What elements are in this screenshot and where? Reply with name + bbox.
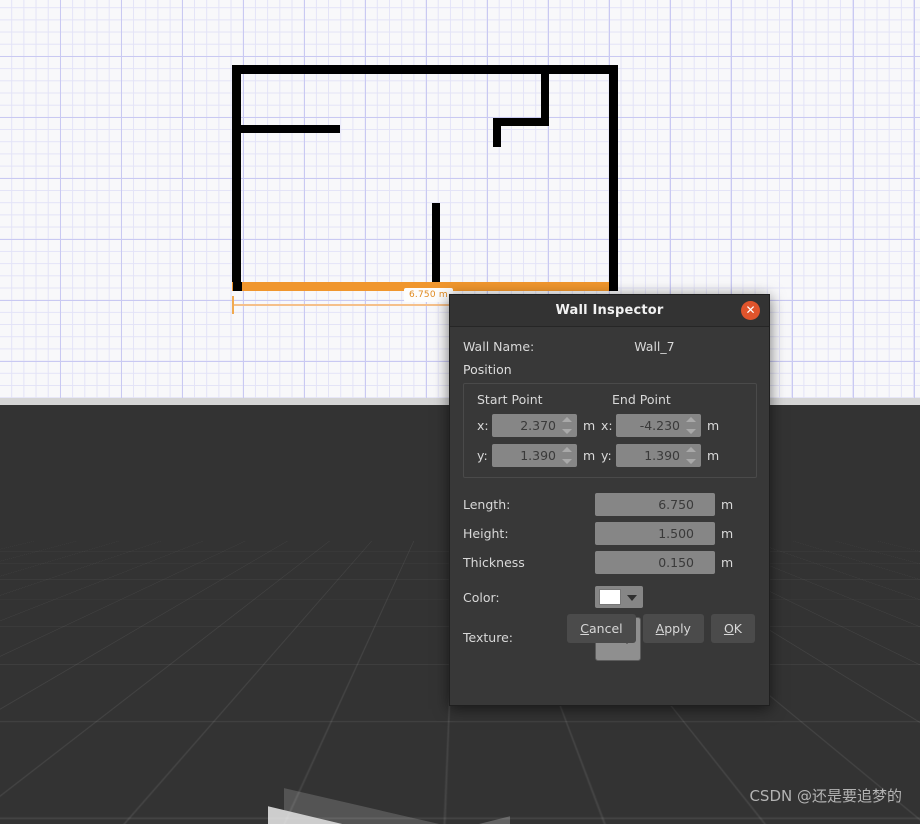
wall-name-value: Wall_7: [634, 339, 675, 354]
wall-interior-vertical-short[interactable]: [493, 118, 501, 147]
ok-button[interactable]: OK: [710, 614, 755, 643]
apply-button[interactable]: Apply: [642, 614, 704, 643]
cancel-button[interactable]: Cancel: [567, 614, 636, 643]
end-x-input[interactable]: [616, 414, 684, 437]
ok-label-rest: K: [733, 621, 742, 636]
wall-inspector-dialog: Wall Inspector ✕ Wall Name: Wall_7 Posit…: [449, 294, 770, 706]
length-label: Length:: [463, 497, 511, 512]
color-label: Color:: [463, 589, 500, 605]
start-x-spinner-arrows[interactable]: [562, 416, 573, 435]
application-window: 6.750 m Wall Inspector ✕ Wall Name: Wall…: [0, 0, 920, 824]
wall-endpoint-end[interactable]: [609, 282, 618, 291]
chevron-up-icon[interactable]: [562, 417, 572, 422]
watermark: CSDN @还是要追梦的: [749, 787, 902, 805]
ok-mnemonic: O: [723, 621, 734, 636]
start-x-unit: m: [583, 418, 596, 433]
end-y-input[interactable]: [616, 444, 684, 467]
end-x-spinner[interactable]: [616, 414, 701, 437]
color-picker-combo[interactable]: [595, 586, 643, 608]
thickness-input[interactable]: [595, 551, 698, 574]
end-x-label: x:: [601, 418, 613, 433]
length-unit: m: [721, 497, 734, 512]
start-x-input[interactable]: [492, 414, 560, 437]
end-x-spinner-arrows[interactable]: [686, 416, 697, 435]
wall-endpoint-start[interactable]: [233, 282, 242, 291]
end-y-label: y:: [601, 448, 612, 463]
length-spinner[interactable]: [595, 493, 715, 516]
chevron-down-icon[interactable]: [686, 459, 696, 464]
thickness-spinner[interactable]: [595, 551, 715, 574]
end-y-spinner[interactable]: [616, 444, 701, 467]
dialog-body: Wall Name: Wall_7 Position Start Point E…: [450, 327, 769, 661]
height-unit: m: [721, 526, 734, 541]
dimension-label: 6.750 m: [404, 288, 453, 302]
dimension-fields: Length: m Height:: [450, 490, 769, 577]
cancel-label-rest: ancel: [589, 621, 623, 636]
wall-name-label: Wall Name:: [463, 339, 535, 354]
start-y-spinner-arrows[interactable]: [562, 446, 573, 465]
thickness-row: Thickness m: [463, 548, 757, 577]
end-point-label: End Point: [612, 392, 671, 407]
start-x-label: x:: [477, 418, 489, 433]
apply-label-rest: pply: [664, 621, 691, 636]
thickness-unit: m: [721, 555, 734, 570]
wall-interior-left-stub[interactable]: [241, 125, 340, 133]
chevron-up-icon[interactable]: [686, 447, 696, 452]
apply-mnemonic: A: [655, 621, 665, 636]
chevron-up-icon[interactable]: [562, 447, 572, 452]
start-y-input[interactable]: [492, 444, 560, 467]
length-row: Length: m: [463, 490, 757, 519]
length-input[interactable]: [595, 493, 698, 516]
chevron-up-icon[interactable]: [686, 417, 696, 422]
dimension-tick-start: [232, 296, 234, 314]
end-x-unit: m: [707, 418, 720, 433]
close-icon[interactable]: ✕: [741, 301, 760, 320]
y-coordinate-row: y: m y:: [472, 444, 748, 467]
color-row: Color:: [463, 583, 757, 611]
chevron-down-icon[interactable]: [627, 595, 637, 601]
wall-right-outer[interactable]: [609, 65, 618, 290]
start-point-label: Start Point: [477, 392, 543, 407]
wall-interior-horizontal-upper[interactable]: [493, 118, 549, 126]
thickness-label: Thickness: [463, 555, 525, 570]
cancel-mnemonic: C: [580, 621, 590, 636]
start-y-label: y:: [477, 448, 488, 463]
start-x-spinner[interactable]: [492, 414, 577, 437]
dialog-titlebar[interactable]: Wall Inspector ✕: [450, 295, 769, 327]
start-y-spinner[interactable]: [492, 444, 577, 467]
color-swatch[interactable]: [599, 589, 621, 605]
wall-left-outer[interactable]: [232, 65, 241, 290]
wall-interior-vertical-mid[interactable]: [432, 203, 440, 290]
end-y-spinner-arrows[interactable]: [686, 446, 697, 465]
point-headers: Start Point End Point: [472, 392, 748, 407]
dialog-button-row: Cancel Apply OK: [567, 614, 755, 643]
position-section-label: Position: [463, 362, 512, 377]
x-coordinate-row: x: m x:: [472, 414, 748, 437]
chevron-down-icon[interactable]: [562, 459, 572, 464]
height-label: Height:: [463, 526, 509, 541]
chevron-down-icon[interactable]: [562, 429, 572, 434]
height-input[interactable]: [595, 522, 698, 545]
end-y-unit: m: [707, 448, 720, 463]
wall-top-outer[interactable]: [232, 65, 618, 74]
position-group-box: Start Point End Point x: m x:: [463, 383, 757, 478]
dialog-title: Wall Inspector: [555, 303, 664, 318]
wall-name-row: Wall Name: Wall_7: [450, 327, 769, 354]
height-row: Height: m: [463, 519, 757, 548]
chevron-down-icon[interactable]: [686, 429, 696, 434]
height-spinner[interactable]: [595, 522, 715, 545]
start-y-unit: m: [583, 448, 596, 463]
